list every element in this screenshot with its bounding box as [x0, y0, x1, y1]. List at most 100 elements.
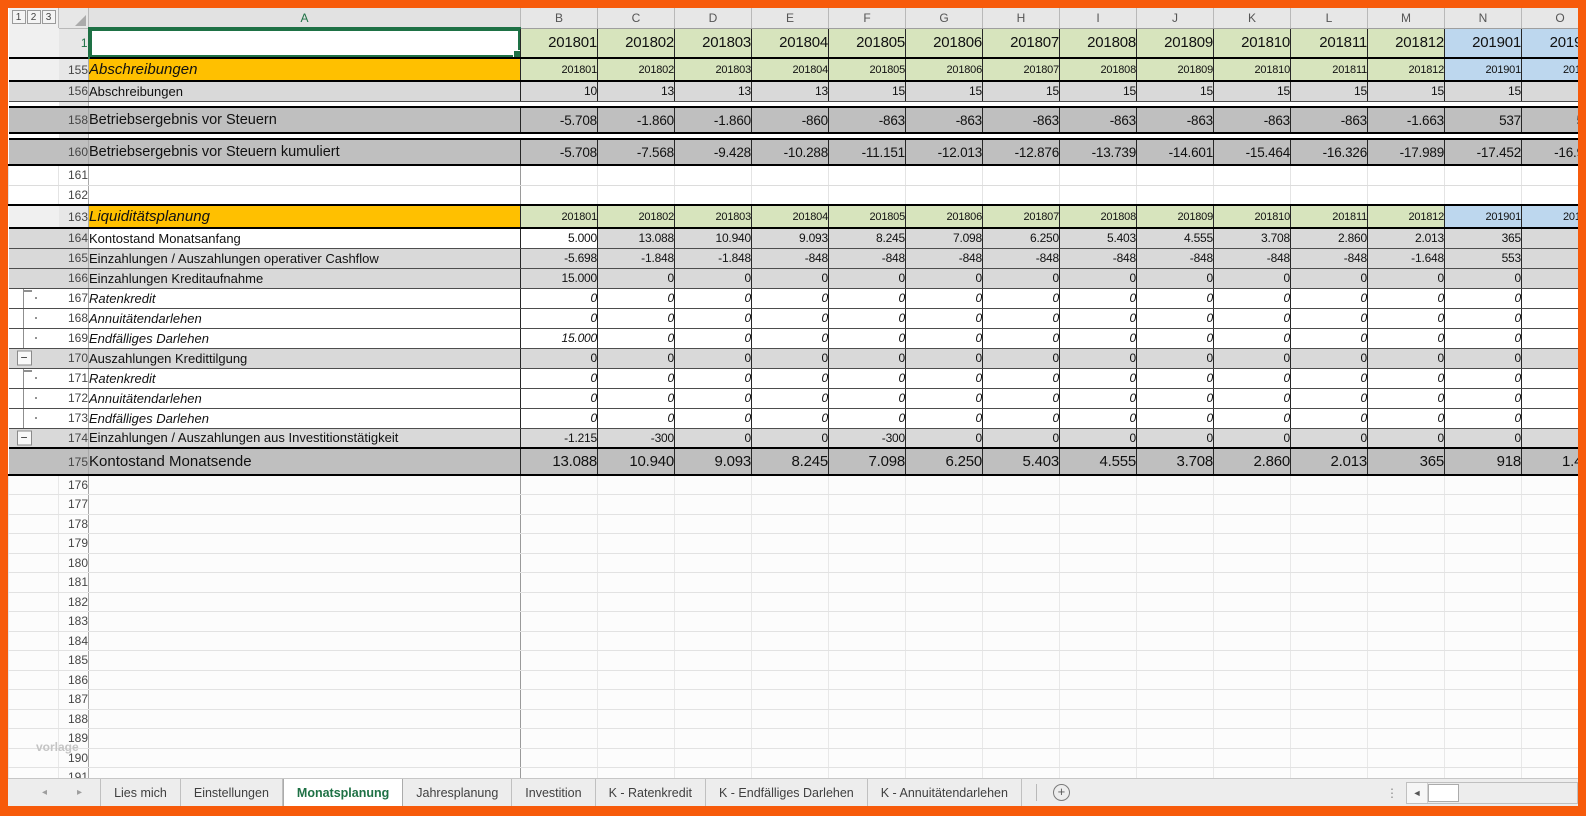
- sheet-tab-lies-mich[interactable]: Lies mich: [100, 779, 181, 806]
- cell-A156[interactable]: Abschreibungen: [89, 81, 521, 101]
- cell-O188[interactable]: [1522, 709, 1579, 729]
- cell-A170[interactable]: Auszahlungen Kredittilgung: [89, 348, 521, 368]
- cell-F164[interactable]: 8.245: [829, 228, 906, 248]
- cell-O158[interactable]: 537: [1522, 107, 1579, 133]
- cell-L178[interactable]: [1291, 514, 1368, 534]
- cell-O174[interactable]: 0: [1522, 428, 1579, 448]
- cell-G175[interactable]: 6.250: [906, 448, 983, 475]
- cell-F176[interactable]: [829, 475, 906, 495]
- cell-N189[interactable]: [1445, 729, 1522, 749]
- cell-F1[interactable]: 201805: [829, 28, 906, 58]
- row-header-164[interactable]: 164: [59, 228, 89, 248]
- cell-M178[interactable]: [1368, 514, 1445, 534]
- cell-H172[interactable]: 0: [983, 388, 1060, 408]
- cell-H190[interactable]: [983, 748, 1060, 768]
- cell-B172[interactable]: 0: [521, 388, 598, 408]
- cell-I172[interactable]: 0: [1060, 388, 1137, 408]
- cell-L177[interactable]: [1291, 495, 1368, 515]
- cell-J161[interactable]: [1137, 165, 1214, 185]
- cell-M184[interactable]: [1368, 631, 1445, 651]
- cell-C179[interactable]: [598, 534, 675, 554]
- cell-A176[interactable]: [89, 475, 521, 495]
- cell-A177[interactable]: [89, 495, 521, 515]
- cell-G179[interactable]: [906, 534, 983, 554]
- cell-I187[interactable]: [1060, 690, 1137, 710]
- cell-E174[interactable]: 0: [752, 428, 829, 448]
- cell-E185[interactable]: [752, 651, 829, 671]
- cell-N165[interactable]: 553: [1445, 248, 1522, 268]
- cell-I165[interactable]: -848: [1060, 248, 1137, 268]
- row-header-168[interactable]: 168: [59, 308, 89, 328]
- cell-N163[interactable]: 201901: [1445, 205, 1522, 228]
- cell-G185[interactable]: [906, 651, 983, 671]
- cell-I173[interactable]: 0: [1060, 408, 1137, 428]
- cell-H184[interactable]: [983, 631, 1060, 651]
- cell-H185[interactable]: [983, 651, 1060, 671]
- cell-N181[interactable]: [1445, 573, 1522, 593]
- cell-E172[interactable]: 0: [752, 388, 829, 408]
- cell-D176[interactable]: [675, 475, 752, 495]
- cell-I1[interactable]: 201808: [1060, 28, 1137, 58]
- cell-D162[interactable]: [675, 185, 752, 205]
- cell-H189[interactable]: [983, 729, 1060, 749]
- cell-O184[interactable]: [1522, 631, 1579, 651]
- cell-J162[interactable]: [1137, 185, 1214, 205]
- cell-O181[interactable]: [1522, 573, 1579, 593]
- cell-D172[interactable]: 0: [675, 388, 752, 408]
- row-header-176[interactable]: 176: [59, 475, 89, 495]
- cell-I160[interactable]: -13.739: [1060, 139, 1137, 165]
- cell-M191[interactable]: [1368, 768, 1445, 779]
- cell-L190[interactable]: [1291, 748, 1368, 768]
- cell-I164[interactable]: 5.403: [1060, 228, 1137, 248]
- cell-M1[interactable]: 201812: [1368, 28, 1445, 58]
- cell-O169[interactable]: 0: [1522, 328, 1579, 348]
- cell-L166[interactable]: 0: [1291, 268, 1368, 288]
- cell-M185[interactable]: [1368, 651, 1445, 671]
- cell-M177[interactable]: [1368, 495, 1445, 515]
- cell-C156[interactable]: 13: [598, 81, 675, 101]
- cell-H174[interactable]: 0: [983, 428, 1060, 448]
- cell-E161[interactable]: [752, 165, 829, 185]
- cell-A189[interactable]: [89, 729, 521, 749]
- cell-M190[interactable]: [1368, 748, 1445, 768]
- cell-O180[interactable]: [1522, 553, 1579, 573]
- cell-C180[interactable]: [598, 553, 675, 573]
- cell-A162[interactable]: [89, 185, 521, 205]
- cell-H178[interactable]: [983, 514, 1060, 534]
- cell-H186[interactable]: [983, 670, 1060, 690]
- cell-D182[interactable]: [675, 592, 752, 612]
- cell-C162[interactable]: [598, 185, 675, 205]
- cell-H187[interactable]: [983, 690, 1060, 710]
- cell-B188[interactable]: [521, 709, 598, 729]
- col-header-C[interactable]: C: [598, 8, 675, 28]
- cell-O165[interactable]: 553: [1522, 248, 1579, 268]
- cell-N158[interactable]: 537: [1445, 107, 1522, 133]
- cell-F156[interactable]: 15: [829, 81, 906, 101]
- cell-J190[interactable]: [1137, 748, 1214, 768]
- row-header-155[interactable]: 155: [59, 58, 89, 81]
- cell-H155[interactable]: 201807: [983, 58, 1060, 81]
- cell-D158[interactable]: -1.860: [675, 107, 752, 133]
- sheet-tab-k-endfälliges-darlehen[interactable]: K - Endfälliges Darlehen: [706, 779, 868, 806]
- cell-C189[interactable]: [598, 729, 675, 749]
- cell-N1[interactable]: 201901: [1445, 28, 1522, 58]
- cell-D183[interactable]: [675, 612, 752, 632]
- cell-H169[interactable]: 0: [983, 328, 1060, 348]
- cell-G169[interactable]: 0: [906, 328, 983, 348]
- cell-D175[interactable]: 9.093: [675, 448, 752, 475]
- row-header-188[interactable]: 188: [59, 709, 89, 729]
- cell-D180[interactable]: [675, 553, 752, 573]
- cell-B163[interactable]: 201801: [521, 205, 598, 228]
- cell-N180[interactable]: [1445, 553, 1522, 573]
- select-all-corner[interactable]: [59, 8, 89, 28]
- cell-C176[interactable]: [598, 475, 675, 495]
- cell-L181[interactable]: [1291, 573, 1368, 593]
- cell-L162[interactable]: [1291, 185, 1368, 205]
- cell-I169[interactable]: 0: [1060, 328, 1137, 348]
- cell-I168[interactable]: 0: [1060, 308, 1137, 328]
- row-header-174[interactable]: 174: [59, 428, 89, 448]
- cell-K183[interactable]: [1214, 612, 1291, 632]
- cell-F158[interactable]: -863: [829, 107, 906, 133]
- cell-H188[interactable]: [983, 709, 1060, 729]
- cell-I179[interactable]: [1060, 534, 1137, 554]
